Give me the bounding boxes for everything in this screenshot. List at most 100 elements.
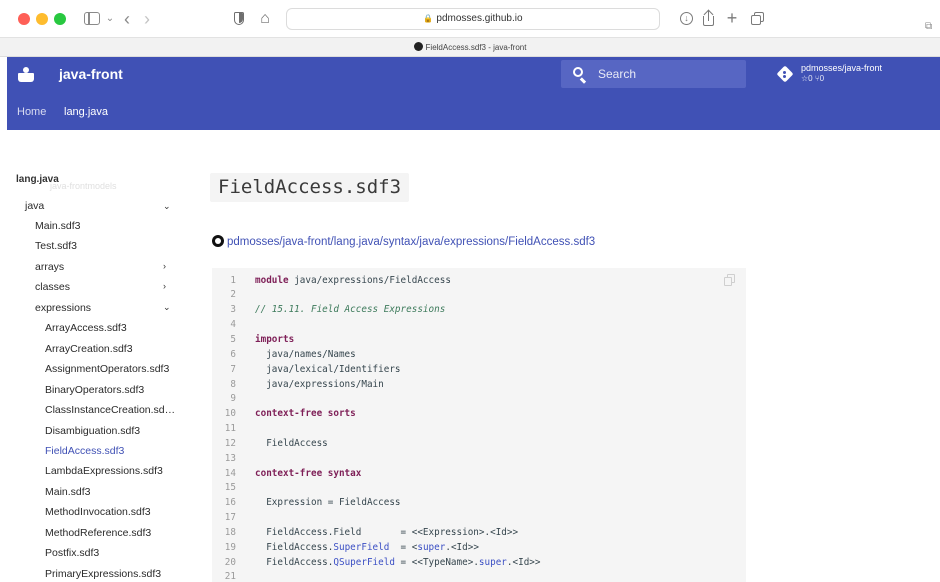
nav-item-binaryoperators[interactable]: BinaryOperators.sdf3 [45, 384, 144, 398]
nav-item-main-expressions[interactable]: Main.sdf3 [45, 486, 91, 500]
code-line: 7 java/lexical/Identifiers [212, 363, 400, 377]
chevron-down-icon[interactable]: ⌄ [163, 201, 171, 212]
code-line: 18 FieldAccess.Field = <<Expression>.<Id… [212, 526, 518, 540]
browser-chrome: ⌄ ‹ › ⌂ 🔒pdmosses.github.io ⧉ ↻ ↓ + Fiel… [0, 0, 940, 57]
forward-button[interactable]: › [140, 9, 154, 29]
git-repo-icon[interactable] [776, 65, 794, 83]
source-file-link[interactable]: pdmosses/java-front/lang.java/syntax/jav… [212, 235, 595, 248]
browser-toolbar: ⌄ ‹ › ⌂ 🔒pdmosses.github.io ⧉ ↻ ↓ + [0, 0, 940, 37]
code-line: 10 context-free sorts [212, 407, 356, 421]
line-number: 9 [230, 393, 236, 404]
code-line: 15 [212, 481, 236, 495]
github-icon [212, 235, 224, 247]
site-header: java-front Search pdmosses/java-front ☆0… [7, 57, 940, 130]
zoom-window-button[interactable] [54, 13, 66, 25]
tab-strip: FieldAccess.sdf3 - java-front [0, 37, 940, 57]
code-line: 12 FieldAccess [212, 437, 328, 451]
nav-item-expressions[interactable]: expressions [35, 302, 91, 316]
code-text: java/lexical/Identifiers [255, 364, 401, 375]
line-number: 1 [230, 275, 236, 286]
close-window-button[interactable] [18, 13, 30, 25]
new-tab-icon[interactable]: + [725, 9, 739, 29]
code-line: 3 // 15.11. Field Access Expressions [212, 303, 445, 317]
nav-item-classes[interactable]: classes [35, 281, 70, 295]
code-line: 1 module java/expressions/FieldAccess [212, 274, 451, 288]
sidebar-navigation: java-frontmodels lang.java java ⌄ Main.s… [0, 130, 190, 582]
minimize-window-button[interactable] [36, 13, 48, 25]
nav-item-assignmentoperators[interactable]: AssignmentOperators.sdf3 [45, 363, 169, 377]
code-line: 17 [212, 511, 236, 525]
nav-item-fieldaccess[interactable]: FieldAccess.sdf3 [45, 445, 124, 459]
line-number: 20 [224, 557, 236, 568]
code-line: 9 [212, 392, 236, 406]
lock-icon: 🔒 [423, 14, 434, 23]
nav-item-arrayaccess[interactable]: ArrayAccess.sdf3 [45, 322, 127, 336]
line-number: 17 [224, 512, 236, 523]
code-line: 14 context-free syntax [212, 467, 362, 481]
nav-item-test[interactable]: Test.sdf3 [35, 240, 77, 254]
repo-stats: ☆0 ⑂0 [801, 74, 825, 83]
nav-item-lambdaexpressions[interactable]: LambdaExpressions.sdf3 [45, 465, 163, 479]
active-tab[interactable]: FieldAccess.sdf3 - java-front [0, 42, 940, 52]
code-text: Expression = FieldAccess [255, 497, 401, 508]
line-number: 6 [230, 349, 236, 360]
line-number: 14 [224, 468, 236, 479]
line-number: 18 [224, 527, 236, 538]
chevron-right-icon[interactable]: › [163, 281, 166, 291]
site-title[interactable]: java-front [59, 66, 123, 82]
tab-title: FieldAccess.sdf3 - java-front [425, 43, 527, 52]
line-number: 2 [230, 289, 236, 300]
code-line: 4 [212, 318, 236, 332]
download-icon[interactable]: ↓ [679, 9, 693, 29]
code-line: 11 [212, 422, 236, 436]
code-text: java/names/Names [255, 349, 356, 360]
code-line: 5 imports [212, 333, 294, 347]
nav-item-main[interactable]: Main.sdf3 [35, 220, 81, 234]
tab-overview-icon[interactable] [749, 9, 765, 29]
line-number: 16 [224, 497, 236, 508]
line-number: 15 [224, 482, 236, 493]
nav-item-disambiguation[interactable]: Disambiguation.sdf3 [45, 425, 140, 439]
repo-link[interactable]: pdmosses/java-front [801, 63, 882, 73]
code-line: 6 java/names/Names [212, 348, 355, 362]
back-button[interactable]: ‹ [120, 9, 134, 29]
code-text: FieldAccess.Field = <<Expression>.<Id>> [255, 527, 519, 538]
search-input[interactable]: Search [561, 60, 746, 88]
search-icon [573, 67, 587, 84]
code-line: 19 FieldAccess.SuperField = <super.<Id>> [212, 541, 479, 555]
address-bar[interactable]: 🔒pdmosses.github.io ⧉ ↻ [286, 8, 932, 32]
sidebar-toggle-icon[interactable] [83, 9, 101, 29]
nav-item-methodreference[interactable]: MethodReference.sdf3 [45, 527, 151, 541]
nav-item-primaryexpressions[interactable]: PrimaryExpressions.sdf3 [45, 568, 161, 582]
nav-item-postfix[interactable]: Postfix.sdf3 [45, 547, 99, 561]
home-icon[interactable]: ⌂ [257, 9, 273, 29]
page-title: FieldAccess.sdf3 [210, 173, 410, 202]
tab-lang-java[interactable]: lang.java [64, 106, 108, 118]
line-number: 3 [230, 304, 236, 315]
nav-item-java[interactable]: java [25, 200, 44, 214]
code-keyword: imports [255, 334, 295, 345]
nav-item-methodinvocation[interactable]: MethodInvocation.sdf3 [45, 506, 151, 520]
chevron-down-icon[interactable]: ⌄ [105, 9, 115, 29]
privacy-shield-icon[interactable] [232, 9, 246, 29]
nav-item-classinstancecreation[interactable]: ClassInstanceCreation.sd… [45, 404, 175, 418]
chevron-down-icon[interactable]: ⌄ [163, 302, 171, 313]
code-text: java/expressions/Main [255, 379, 384, 390]
code-line: 8 java/expressions/Main [212, 378, 383, 392]
code-line: 2 [212, 288, 236, 302]
nav-item-arraycreation[interactable]: ArrayCreation.sdf3 [45, 343, 133, 357]
chevron-right-icon[interactable]: › [163, 261, 166, 271]
copy-icon[interactable] [724, 274, 736, 286]
code-keyword: context-free syntax [255, 468, 362, 479]
site-logo-icon[interactable] [18, 67, 34, 83]
code-text: FieldAccess.SuperField = <super.<Id>> [255, 542, 479, 553]
share-icon[interactable] [701, 9, 715, 29]
code-constructor: QSuperField [333, 557, 395, 568]
source-file-link-text[interactable]: pdmosses/java-front/lang.java/syntax/jav… [227, 236, 595, 248]
nav-item-arrays[interactable]: arrays [35, 261, 64, 275]
line-number: 7 [230, 364, 236, 375]
code-keyword: super [478, 557, 507, 568]
translate-icon[interactable]: ⧉ [925, 21, 932, 32]
tab-home[interactable]: Home [17, 106, 46, 118]
code-constructor: SuperField [333, 542, 390, 553]
